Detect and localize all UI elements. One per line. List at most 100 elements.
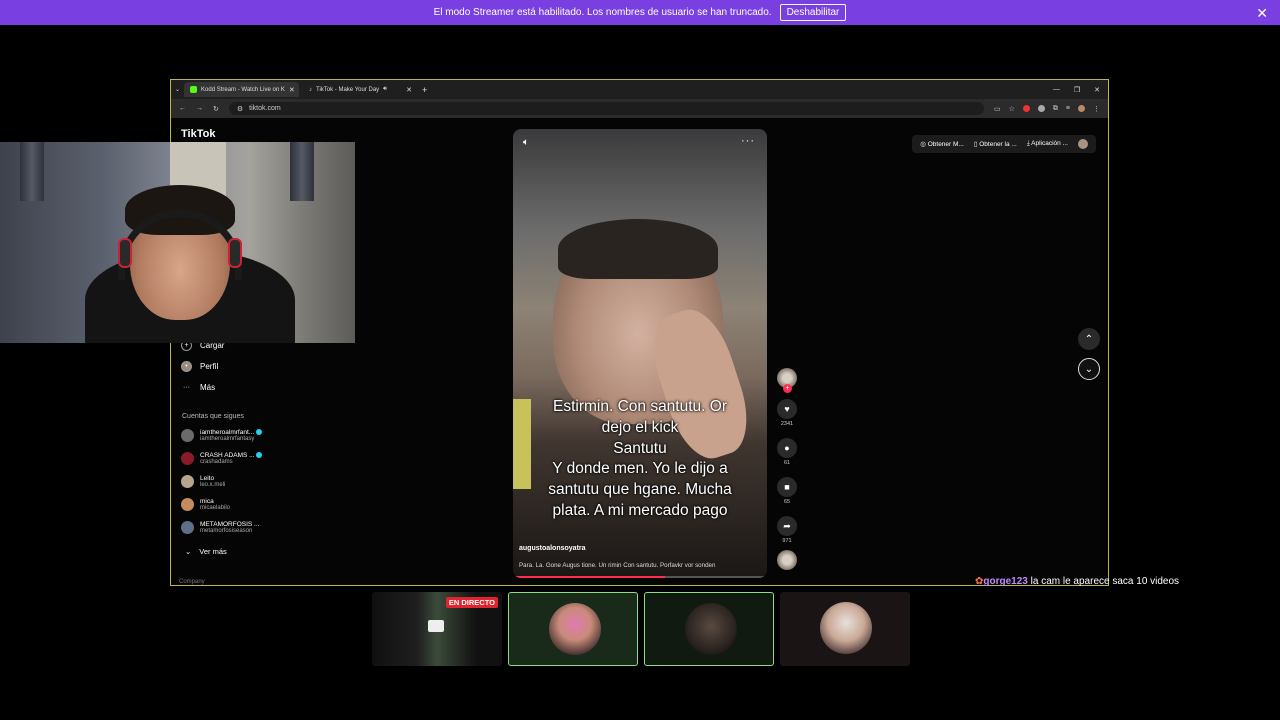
streamer-webcam	[0, 142, 355, 343]
company-link[interactable]: Company	[179, 579, 205, 585]
volume-icon[interactable]: 🔈︎	[523, 137, 529, 148]
account-handle: crashadams	[200, 459, 233, 465]
following-title: Cuentas que sigues	[182, 413, 244, 420]
tiktok-logo[interactable]: TikTok	[181, 128, 215, 140]
profile-icon: •	[181, 361, 192, 372]
account-item[interactable]: CRASH ADAMS ... crashadams	[181, 452, 263, 465]
chat-username[interactable]: gorge123	[983, 576, 1027, 587]
back-icon[interactable]: ←	[179, 105, 186, 112]
account-name: iamtheroalmrfant...	[200, 429, 255, 436]
tab-kick[interactable]: Kodd Stream - Watch Live on K ✕	[184, 82, 300, 97]
sidebar-item-more[interactable]: ··· Más	[181, 382, 215, 393]
bookmark-icon: ■	[784, 482, 790, 492]
tab-label: TikTok - Make Your Day	[316, 86, 380, 93]
site-info-icon[interactable]: ⚙	[237, 105, 243, 113]
account-name: METAMORFOSIS ...	[200, 521, 260, 528]
account-item[interactable]: mica micaelabilo	[181, 498, 230, 511]
video-description: Para. La. Gone Augus tione. Un rimin Con…	[519, 562, 716, 569]
restore-icon[interactable]: ❐	[1074, 86, 1080, 94]
top-actions-bar: ◎ Obtener M... ▯ Obtener la ... ⤓ Aplica…	[912, 135, 1096, 153]
menu-dots-icon[interactable]: ⋮	[1093, 105, 1100, 113]
screen-share-icon	[428, 620, 444, 632]
save-button[interactable]: ■	[777, 477, 797, 497]
action-label: Aplicación ...	[1031, 140, 1068, 147]
profile-avatar-icon[interactable]	[1078, 105, 1085, 112]
reload-icon[interactable]: ↻	[213, 105, 219, 113]
previous-video-button[interactable]: ⌃	[1078, 328, 1100, 350]
curtain-shape	[20, 142, 44, 201]
extension-red-icon[interactable]	[1022, 105, 1030, 112]
stream-thumbnail[interactable]	[644, 592, 774, 666]
more-options-icon[interactable]: ···	[741, 135, 755, 147]
share-icon: ➦	[783, 520, 791, 531]
action-label: Obtener la ...	[979, 141, 1017, 148]
video-progress-bar[interactable]	[513, 576, 767, 578]
get-app-button[interactable]: ▯ Obtener la ...	[974, 140, 1017, 148]
stream-thumbnail[interactable]	[780, 592, 910, 666]
creator-avatar[interactable]: +	[777, 368, 797, 393]
stream-thumbnail[interactable]	[508, 592, 638, 666]
video-username[interactable]: augustoalonsoyatra	[519, 545, 586, 552]
tab-list-icon[interactable]: ⌄	[175, 86, 180, 93]
webcam-scene	[0, 142, 355, 343]
extension-gray-icon[interactable]	[1037, 105, 1045, 112]
account-name: Leito	[200, 475, 215, 482]
close-tab-icon[interactable]: ✕	[406, 86, 412, 94]
sound-disc-icon[interactable]	[777, 550, 797, 570]
account-handle: leo.x.meli	[200, 482, 226, 488]
cast-icon[interactable]: ▭	[994, 105, 1001, 113]
comment-count: 61	[783, 460, 791, 466]
heart-icon: ♥	[784, 404, 790, 414]
account-handle: iamtheroalmrfantasy	[200, 436, 255, 442]
share-count: 971	[782, 538, 792, 544]
streamer-mode-banner: El modo Streamer está habilitado. Los no…	[0, 0, 1280, 25]
see-more-link[interactable]: ⌄ Ver más	[185, 547, 227, 556]
save-count: 65	[783, 499, 791, 505]
close-window-icon[interactable]: ✕	[1094, 86, 1100, 94]
close-tab-icon[interactable]: ✕	[289, 86, 295, 94]
download-app-button[interactable]: ⤓ Aplicación ...	[1027, 140, 1068, 148]
new-tab-button[interactable]: +	[422, 85, 427, 95]
reading-list-icon[interactable]: ≡	[1066, 105, 1070, 112]
bookmark-star-icon[interactable]: ☆	[1009, 105, 1015, 113]
account-item[interactable]: iamtheroalmrfant... iamtheroalmrfantasy	[181, 429, 262, 442]
verified-icon	[256, 429, 262, 436]
avatar	[181, 521, 194, 534]
account-handle: micaelabilo	[200, 505, 231, 511]
progress-fill	[513, 576, 666, 578]
address-bar: ← → ↻ ⚙ tiktok.com ▭ ☆ ⧉ ≡ ⋮	[171, 99, 1108, 118]
url-field[interactable]: ⚙ tiktok.com	[228, 102, 984, 115]
video-player[interactable]: 🔈︎ ··· Estirmin. Con santutu. Or dejo el…	[513, 129, 767, 578]
share-button[interactable]: ➦	[777, 516, 797, 536]
avatar	[181, 429, 194, 442]
sidebar-item-profile[interactable]: • Perfil	[181, 361, 218, 372]
follow-plus-icon[interactable]: +	[783, 384, 792, 393]
window-controls: — ❐ ✕	[1053, 86, 1108, 94]
sidebar-item-label: Perfil	[200, 362, 219, 371]
speaker-icon[interactable]: 🔊︎	[383, 86, 387, 93]
account-item[interactable]: Leito leo.x.meli	[181, 475, 225, 488]
verified-icon	[256, 452, 263, 459]
avatar	[685, 603, 737, 655]
tab-tiktok[interactable]: ♪ TikTok - Make Your Day 🔊︎ ✕	[303, 82, 418, 97]
user-avatar[interactable]	[1078, 139, 1088, 149]
extensions-puzzle-icon[interactable]: ⧉	[1053, 105, 1058, 113]
headset-earcup	[228, 238, 242, 268]
account-item[interactable]: METAMORFOSIS ... metamorfosiseason	[181, 521, 259, 534]
close-icon[interactable]: ✕	[1256, 5, 1268, 22]
video-actions: + ♥ 2341 ● 61 ■ 65 ➦ 971	[775, 368, 799, 570]
stream-thumbnail[interactable]: EN DIRECTO	[372, 592, 502, 666]
chevron-down-icon: ⌄	[1084, 363, 1094, 375]
forward-icon[interactable]: →	[196, 105, 203, 112]
comment-button[interactable]: ●	[777, 438, 797, 458]
disable-streamer-button[interactable]: Deshabilitar	[779, 4, 847, 21]
next-video-button[interactable]: ⌄	[1078, 358, 1100, 380]
chat-message: ✿gorge123 la cam le aparece saca 10 vide…	[975, 576, 1179, 587]
avatar	[181, 452, 194, 465]
minimize-icon[interactable]: —	[1053, 86, 1060, 94]
like-button[interactable]: ♥	[777, 399, 797, 419]
extension-icons: ▭ ☆ ⧉ ≡ ⋮	[994, 105, 1100, 113]
banner-text: El modo Streamer está habilitado. Los no…	[433, 7, 772, 18]
tab-bar: ⌄ Kodd Stream - Watch Live on K ✕ ♪ TikT…	[171, 80, 1108, 99]
get-coins-button[interactable]: ◎ Obtener M...	[920, 140, 964, 148]
